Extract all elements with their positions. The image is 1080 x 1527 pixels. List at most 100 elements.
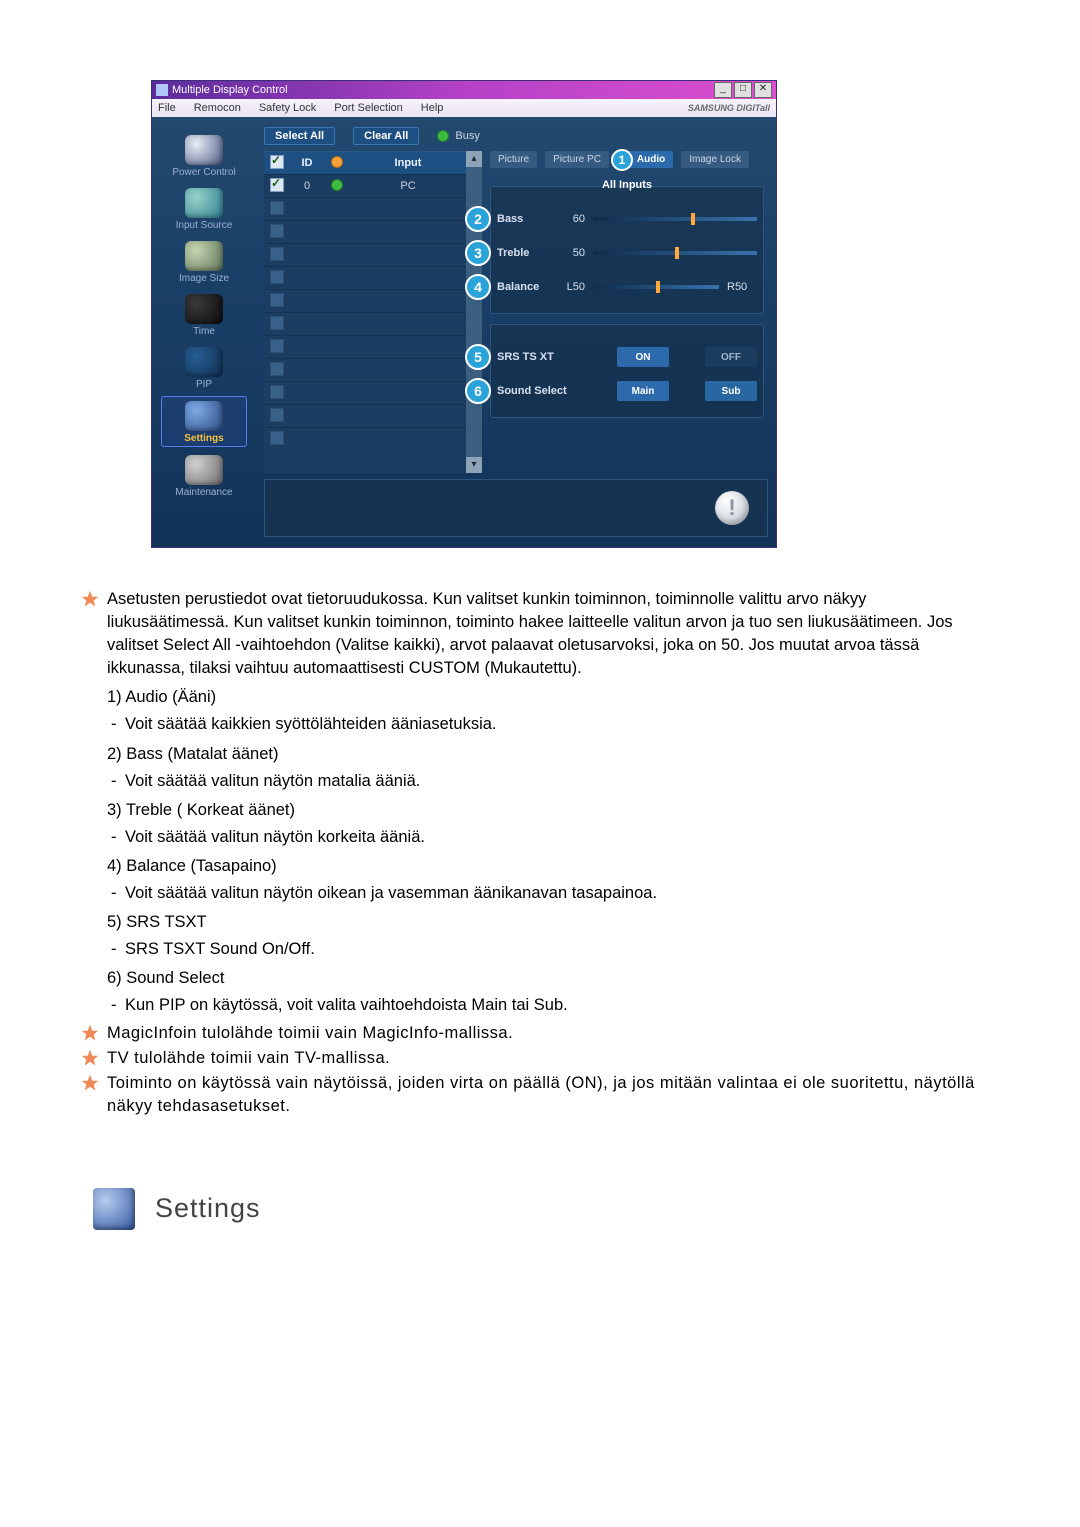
app-body: Power Control Input Source Image Size Ti… <box>152 117 776 547</box>
row-checkbox[interactable] <box>270 385 284 399</box>
minimize-button[interactable]: _ <box>714 82 732 98</box>
table-row[interactable] <box>264 243 466 266</box>
all-inputs-panel: All Inputs 2 Bass 60 3 Treble <box>490 186 764 314</box>
treble-slider[interactable] <box>593 251 757 255</box>
item-2: 2) Bass (Matalat äänet) Voit säätää vali… <box>93 743 987 793</box>
table-row[interactable] <box>264 335 466 358</box>
sound-sub-button[interactable]: Sub <box>705 381 757 401</box>
scroll-up-icon[interactable]: ▴ <box>466 151 482 167</box>
srs-off-button[interactable]: OFF <box>705 347 757 367</box>
input-source-icon <box>185 188 223 218</box>
note-1: MagicInfoin tulolähde toimii vain MagicI… <box>93 1022 987 1045</box>
menu-file[interactable]: File <box>158 102 176 114</box>
sidebar-item-image-size[interactable]: Image Size <box>162 237 246 286</box>
sidebar-item-pip[interactable]: PIP <box>162 343 246 392</box>
row-checkbox[interactable] <box>270 362 284 376</box>
sidebar: Power Control Input Source Image Size Ti… <box>152 117 256 547</box>
note-paragraph: Asetusten perustiedot ovat tietoruudukos… <box>93 588 987 680</box>
row-checkbox[interactable] <box>270 431 284 445</box>
section-title: Settings <box>155 1190 261 1228</box>
note-3: Toiminto on käytössä vain näytöissä, joi… <box>93 1072 987 1118</box>
table-row[interactable]: 0 PC <box>264 174 466 197</box>
row-checkbox[interactable] <box>270 339 284 353</box>
table-row[interactable] <box>264 289 466 312</box>
item-1: 1) Audio (Ääni) Voit säätää kaikkien syö… <box>93 686 987 736</box>
warning-icon: ! <box>715 491 749 525</box>
settings-icon <box>185 401 223 431</box>
tab-picture-pc[interactable]: Picture PC <box>545 151 609 168</box>
select-all-button[interactable]: Select All <box>264 127 335 145</box>
table-row[interactable] <box>264 266 466 289</box>
row-checkbox[interactable] <box>270 201 284 215</box>
item-5: 5) SRS TSXT SRS TSXT Sound On/Off. <box>93 911 987 961</box>
tab-image-lock[interactable]: Image Lock <box>681 151 749 168</box>
table-row[interactable] <box>264 358 466 381</box>
table-row[interactable] <box>264 220 466 243</box>
row-checkbox[interactable] <box>270 270 284 284</box>
row-id: 0 <box>290 180 324 192</box>
close-button[interactable]: ✕ <box>754 82 772 98</box>
badge-6: 6 <box>465 378 491 404</box>
table-row[interactable] <box>264 427 466 450</box>
srs-on-button[interactable]: ON <box>617 347 669 367</box>
balance-slider[interactable] <box>593 285 719 289</box>
sound-select-row: 6 Sound Select Main Sub <box>497 377 757 405</box>
header-checkbox-icon[interactable] <box>270 155 284 169</box>
sidebar-item-input-source[interactable]: Input Source <box>162 184 246 233</box>
row-checkbox[interactable] <box>270 293 284 307</box>
row-checkbox[interactable] <box>270 408 284 422</box>
display-table: ID Input 0PC <box>264 151 466 473</box>
clear-all-button[interactable]: Clear All <box>353 127 419 145</box>
row-checkbox[interactable] <box>270 224 284 238</box>
menu-safety-lock[interactable]: Safety Lock <box>259 102 316 114</box>
titlebar: Multiple Display Control _ □ ✕ <box>152 81 776 99</box>
main-area: Select All Clear All Busy <box>256 117 776 547</box>
time-icon <box>185 294 223 324</box>
menu-help[interactable]: Help <box>421 102 444 114</box>
tab-picture[interactable]: Picture <box>490 151 537 168</box>
app-window: Multiple Display Control _ □ ✕ File Remo… <box>151 80 777 548</box>
tab-audio[interactable]: 1 Audio <box>617 151 673 168</box>
row-checkbox[interactable] <box>270 316 284 330</box>
table-row[interactable] <box>264 404 466 427</box>
sidebar-item-maintenance[interactable]: Maintenance <box>162 451 246 500</box>
maximize-button[interactable]: □ <box>734 82 752 98</box>
scroll-down-icon[interactable]: ▾ <box>466 457 482 473</box>
pip-icon <box>185 347 223 377</box>
bass-slider[interactable] <box>593 217 757 221</box>
busy-indicator: Busy <box>437 130 479 142</box>
srs-row: 5 SRS TS XT ON OFF <box>497 343 757 371</box>
item-6: 6) Sound Select Kun PIP on käytössä, voi… <box>93 967 987 1017</box>
panel-title: All Inputs <box>596 179 658 191</box>
menubar: File Remocon Safety Lock Port Selection … <box>152 99 776 117</box>
badge-5: 5 <box>465 344 491 370</box>
star-icon <box>81 590 99 608</box>
image-size-icon <box>185 241 223 271</box>
header-input: Input <box>350 157 466 169</box>
sidebar-item-power-control[interactable]: Power Control <box>162 131 246 180</box>
maintenance-icon <box>185 455 223 485</box>
badge-1: 1 <box>611 149 633 171</box>
badge-2: 2 <box>465 206 491 232</box>
table-row[interactable] <box>264 381 466 404</box>
row-input: PC <box>350 180 466 192</box>
note-2: TV tulolähde toimii vain TV-mallissa. <box>93 1047 987 1070</box>
item-4: 4) Balance (Tasapaino) Voit säätää valit… <box>93 855 987 905</box>
sidebar-item-settings[interactable]: Settings <box>161 396 247 447</box>
toolbar: Select All Clear All Busy <box>264 127 768 145</box>
table-row[interactable] <box>264 312 466 335</box>
row-checkbox[interactable] <box>270 247 284 261</box>
sidebar-item-time[interactable]: Time <box>162 290 246 339</box>
brand-label: SAMSUNG DIGITall <box>688 103 770 113</box>
row-checkbox[interactable] <box>270 178 284 192</box>
status-bar: ! <box>264 479 768 537</box>
menu-port-selection[interactable]: Port Selection <box>334 102 402 114</box>
sound-main-button[interactable]: Main <box>617 381 669 401</box>
menu-remocon[interactable]: Remocon <box>194 102 241 114</box>
header-status-icon <box>331 156 343 168</box>
table-scrollbar[interactable]: ▴ ▾ <box>466 151 482 473</box>
busy-dot-icon <box>437 130 449 142</box>
table-row[interactable] <box>264 197 466 220</box>
badge-3: 3 <box>465 240 491 266</box>
bass-row: 2 Bass 60 <box>497 205 757 233</box>
